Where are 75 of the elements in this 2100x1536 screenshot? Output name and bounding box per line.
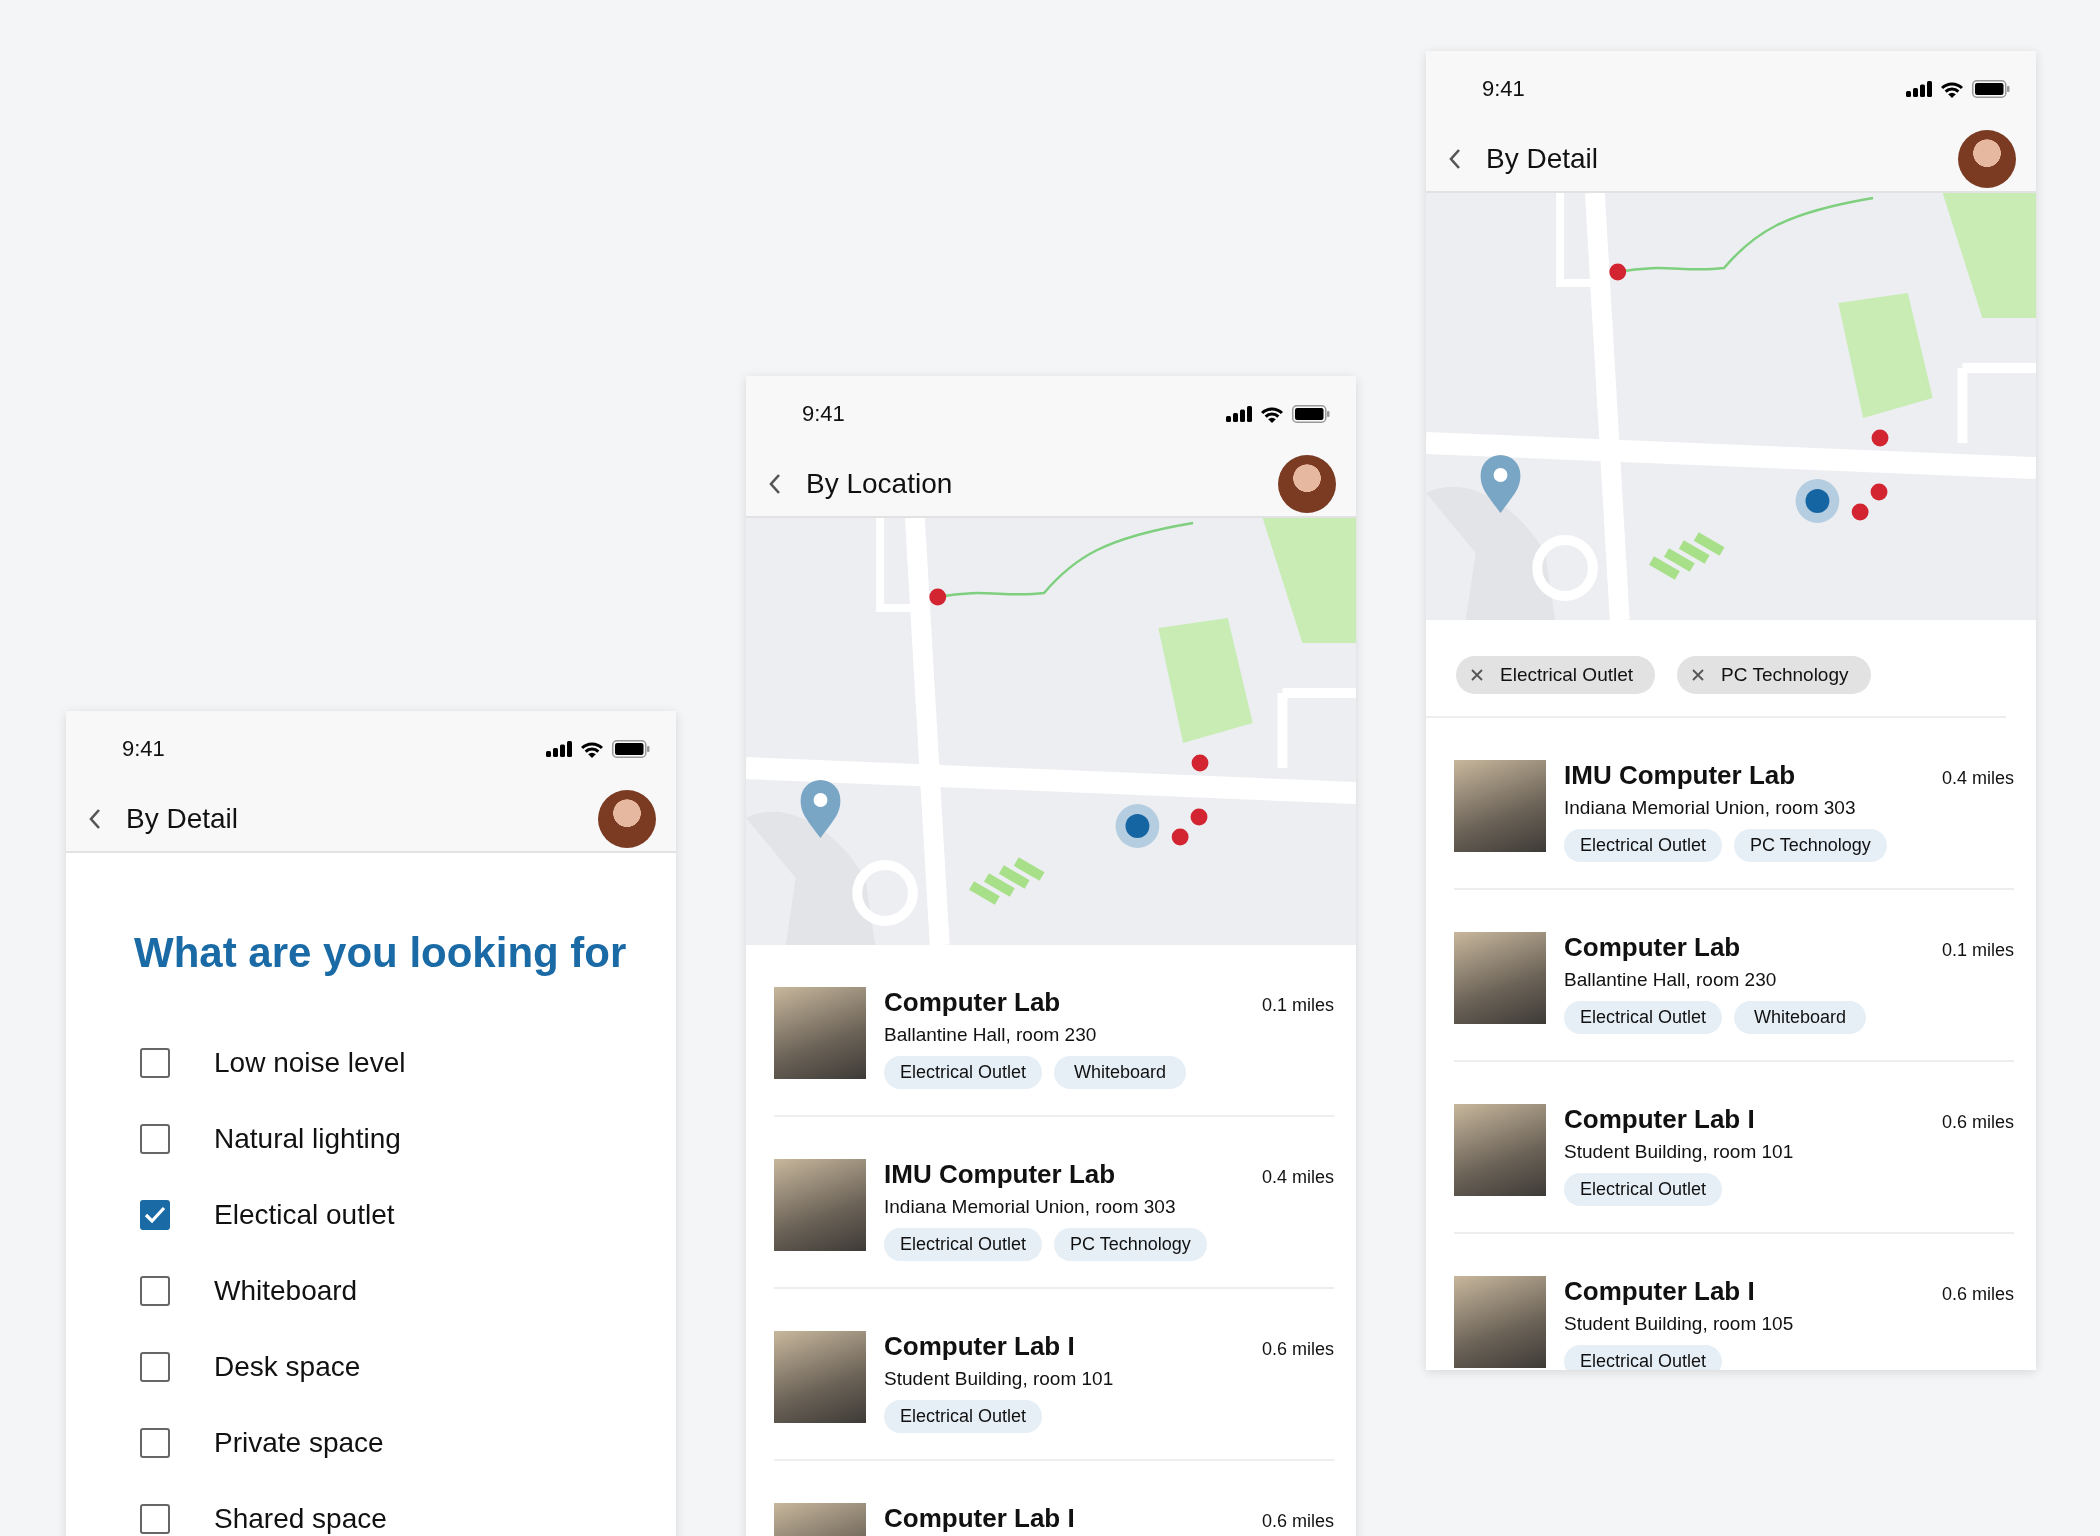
option-label[interactable]: Desk space	[214, 1351, 361, 1383]
avatar[interactable]	[598, 790, 656, 848]
result-address: Student Building, room 101	[884, 1368, 1115, 1390]
distance: 0.1 miles	[1261, 995, 1334, 1016]
result-title[interactable]: Computer Lab I	[1564, 1276, 1755, 1307]
signal-icon	[1906, 81, 1932, 97]
screen-title: By Detail	[126, 803, 240, 835]
result-title[interactable]: Computer Lab	[1564, 932, 1741, 963]
option-label[interactable]: Private space	[214, 1427, 384, 1459]
signal-icon	[1226, 406, 1252, 422]
distance: 0.1 miles	[1941, 940, 2014, 961]
result-address: Ballantine Hall, room 230	[1564, 969, 1778, 991]
checkbox[interactable]	[140, 1352, 170, 1382]
result-title[interactable]: Computer Lab I	[884, 1503, 1075, 1534]
result-address: Indiana Memorial Union, room 303	[1564, 797, 1857, 819]
result-title[interactable]: Computer Lab	[884, 987, 1061, 1018]
distance: 0.6 miles	[1261, 1511, 1334, 1532]
result-address: Student Building, room 101	[1564, 1141, 1795, 1163]
option-label[interactable]: Shared space	[214, 1503, 387, 1535]
section-heading: What are you looking for	[134, 929, 628, 977]
screen-title: By Detail	[1486, 143, 1600, 175]
distance: 0.6 miles	[1261, 1339, 1334, 1360]
feature-tag: Electrical Outlet	[884, 1228, 1043, 1261]
option-label[interactable]: Natural lighting	[214, 1123, 401, 1155]
feature-tag: Electrical Outlet	[1564, 829, 1723, 862]
feature-tag: Whiteboard	[1734, 1001, 1867, 1034]
wifi-icon	[1260, 405, 1284, 423]
option-label[interactable]: Electical outlet	[214, 1199, 395, 1231]
back-icon[interactable]	[88, 808, 102, 830]
checkbox[interactable]	[140, 1048, 170, 1078]
screen-title: By Location	[806, 468, 954, 500]
feature-tag: Electrical Outlet	[1564, 1345, 1723, 1370]
checkbox[interactable]	[140, 1504, 170, 1534]
status-time: 9:41	[1482, 76, 1525, 102]
result-title[interactable]: IMU Computer Lab	[884, 1159, 1116, 1190]
close-icon[interactable]	[1470, 668, 1484, 682]
feature-tag: Electrical Outlet	[884, 1056, 1043, 1089]
feature-tag: Whiteboard	[1054, 1056, 1187, 1089]
checkbox[interactable]	[140, 1276, 170, 1306]
feature-tag: Electrical Outlet	[1564, 1001, 1723, 1034]
result-title[interactable]: IMU Computer Lab	[1564, 760, 1796, 791]
distance: 0.4 miles	[1261, 1167, 1334, 1188]
distance: 0.6 miles	[1941, 1284, 2014, 1305]
avatar[interactable]	[1958, 130, 2016, 188]
option-label[interactable]: Low noise level	[214, 1047, 406, 1079]
check-icon	[144, 1206, 166, 1224]
filter-chip[interactable]: Electrical Outlet	[1456, 656, 1656, 694]
result-address: Student Building, room 105	[1564, 1313, 1795, 1335]
checkbox[interactable]	[140, 1200, 170, 1230]
feature-tag: PC Technology	[1734, 829, 1887, 862]
checkbox[interactable]	[140, 1124, 170, 1154]
back-icon[interactable]	[768, 473, 782, 495]
battery-icon	[1972, 80, 2010, 98]
close-icon[interactable]	[1691, 668, 1706, 682]
distance: 0.4 miles	[1941, 768, 2014, 789]
status-time: 9:41	[122, 736, 165, 762]
option-label[interactable]: Whiteboard	[214, 1275, 358, 1307]
result-address: Ballantine Hall, room 230	[884, 1024, 1098, 1046]
checkbox[interactable]	[140, 1428, 170, 1458]
filter-chip[interactable]: PC Technology	[1677, 656, 1871, 694]
feature-tag: PC Technology	[1054, 1228, 1207, 1261]
status-time: 9:41	[802, 401, 845, 427]
avatar[interactable]	[1278, 455, 1336, 513]
feature-tag: Electrical Outlet	[884, 1400, 1043, 1433]
distance: 0.6 miles	[1941, 1112, 2014, 1133]
feature-tag: Electrical Outlet	[1564, 1173, 1723, 1206]
result-title[interactable]: Computer Lab I	[884, 1331, 1075, 1362]
battery-icon	[1292, 405, 1330, 423]
wifi-icon	[1940, 80, 1964, 98]
signal-icon	[546, 741, 572, 757]
result-address: Indiana Memorial Union, room 303	[884, 1196, 1177, 1218]
back-icon[interactable]	[1448, 148, 1462, 170]
wifi-icon	[580, 740, 604, 758]
result-title[interactable]: Computer Lab I	[1564, 1104, 1755, 1135]
battery-icon	[612, 740, 650, 758]
